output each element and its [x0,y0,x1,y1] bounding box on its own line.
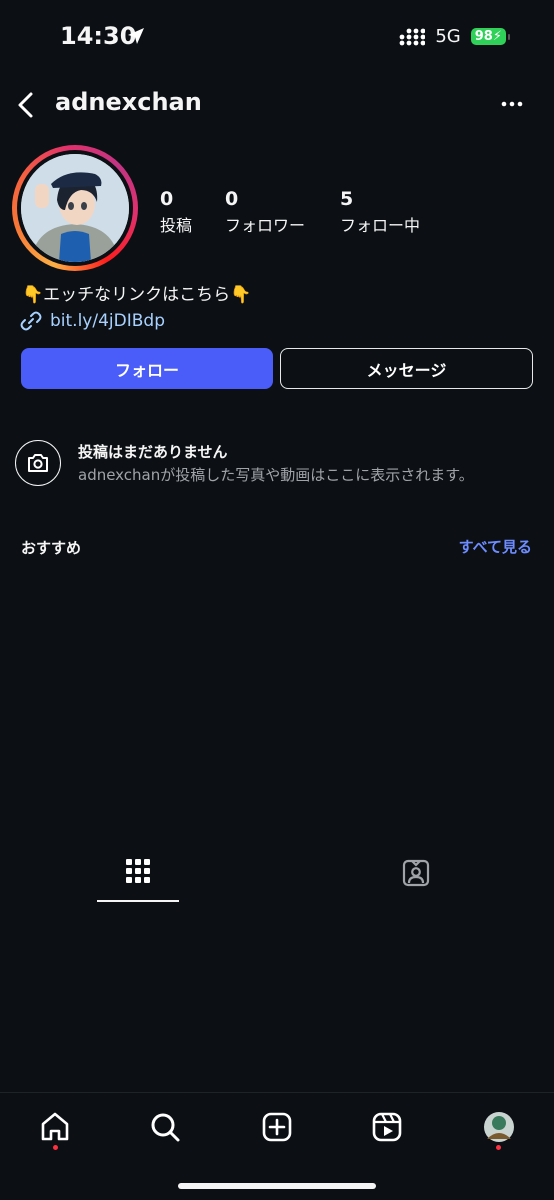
back-button[interactable] [14,90,38,120]
stat-followers-count: 0 [225,188,239,210]
message-button[interactable]: メッセージ [280,348,533,389]
stat-following-count: 5 [340,188,354,210]
more-horizontal-icon [501,101,523,107]
bio-link[interactable]: bit.ly/4jDIBdp [20,310,165,332]
more-options-button[interactable] [500,94,524,114]
nav-search[interactable] [147,1109,183,1145]
empty-posts-title: 投稿はまだありません [78,443,228,461]
stat-posts-label: 投稿 [160,216,193,235]
nav-home[interactable] [37,1109,73,1145]
avatar [21,154,129,262]
stat-following[interactable]: 5 フォロー中 [340,188,420,236]
tab-tagged[interactable] [375,852,457,902]
home-indicator[interactable] [178,1183,376,1189]
stat-followers[interactable]: 0 フォロワー [225,188,305,236]
home-notification-dot [53,1145,58,1150]
stat-posts-count: 0 [160,188,174,210]
nav-create[interactable] [259,1109,295,1145]
grid-icon [126,859,150,883]
story-ring[interactable] [12,145,138,271]
search-icon [151,1113,180,1142]
nav-reels[interactable] [369,1109,405,1145]
network-type: 5G [435,26,461,47]
battery-level: 98 [474,29,493,44]
tab-posts-grid[interactable] [97,852,179,902]
profile-username: adnexchan [55,88,202,116]
camera-circle [15,440,61,486]
suggestions-title: おすすめ [21,539,82,557]
status-time: 14:30 [60,22,137,50]
chevron-left-icon [18,92,33,118]
bio-link-text: bit.ly/4jDIBdp [50,311,165,331]
see-all-link[interactable]: すべて見る [459,536,532,557]
status-indicators: 5G 98⚡ [389,26,511,47]
stat-followers-label: フォロワー [225,216,306,235]
profile-notification-dot [496,1145,501,1150]
profile-avatar-icon [484,1112,514,1142]
tagged-person-icon [402,859,430,887]
location-icon [128,28,144,44]
profile-bio: 👇エッチなリンクはこちら👇 [22,285,252,305]
stat-following-label: フォロー中 [340,216,421,235]
plus-square-icon [262,1112,292,1142]
camera-icon [28,454,48,472]
stat-posts: 0 投稿 [160,188,192,236]
link-icon [20,311,42,331]
nav-profile[interactable] [481,1109,517,1145]
empty-posts-subtitle: adnexchanが投稿した写真や動画はここに表示されます。 [78,466,474,484]
battery-indicator: 98⚡ [470,28,511,45]
home-icon [41,1112,69,1141]
follow-button[interactable]: フォロー [21,348,273,389]
signal-icon [399,28,426,45]
reels-icon [372,1112,402,1142]
